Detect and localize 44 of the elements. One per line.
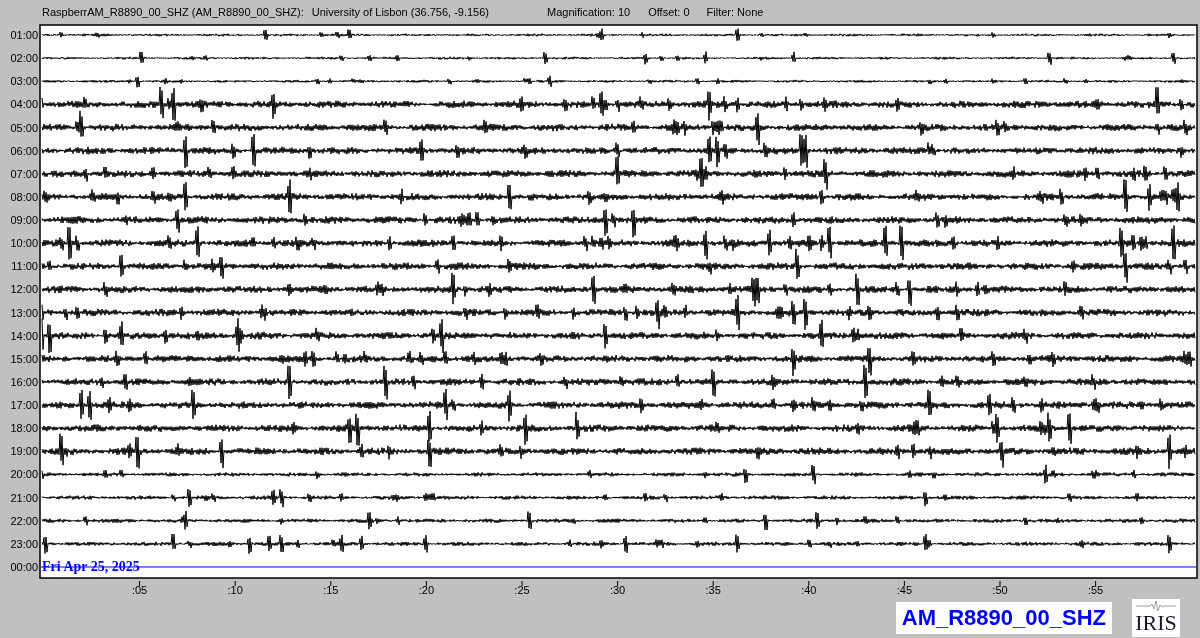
minute-tick-label: :50 bbox=[992, 584, 1008, 596]
seismogram-icon bbox=[1136, 601, 1176, 611]
minute-tick-label: :35 bbox=[705, 584, 721, 596]
minute-tick-label: :10 bbox=[227, 584, 243, 596]
minute-tick-label: :25 bbox=[514, 584, 530, 596]
hour-label: 23:00 bbox=[10, 537, 38, 550]
logo-text: IRIS bbox=[1135, 611, 1177, 635]
date-label: Fri Apr 25, 2025 bbox=[42, 559, 140, 574]
hour-label: 13:00 bbox=[10, 306, 38, 319]
hour-label: 08:00 bbox=[10, 190, 38, 203]
minute-tick-label: :45 bbox=[896, 584, 913, 596]
minute-tick-label: :30 bbox=[609, 584, 626, 596]
minute-tick-label: :55 bbox=[1087, 584, 1104, 596]
hour-label: 07:00 bbox=[10, 167, 38, 180]
hour-label: 06:00 bbox=[10, 144, 38, 157]
hour-label: 09:00 bbox=[10, 214, 38, 227]
station-code-label: AM_R8890_00_SHZ bbox=[895, 602, 1112, 634]
hour-label: 17:00 bbox=[10, 399, 38, 412]
hour-label: 14:00 bbox=[10, 329, 38, 342]
hour-label: 03:00 bbox=[10, 75, 38, 88]
minute-tick-label: :20 bbox=[418, 584, 435, 596]
hour-label: 12:00 bbox=[10, 283, 38, 296]
hour-label: 21:00 bbox=[10, 491, 38, 504]
hour-label: 20:00 bbox=[10, 468, 38, 481]
magnification-label: Magnification: 10 bbox=[547, 6, 631, 18]
offset-label: Offset: 0 bbox=[648, 6, 690, 18]
hour-label: 02:00 bbox=[10, 52, 38, 65]
hour-label: 10:00 bbox=[10, 237, 38, 250]
hour-label: 01:00 bbox=[10, 29, 38, 41]
filter-label: Filter: None bbox=[706, 6, 764, 18]
hour-label: 00:00 bbox=[10, 561, 38, 573]
hour-label: 04:00 bbox=[10, 98, 38, 111]
minute-tick-label: :05 bbox=[131, 584, 148, 596]
hour-label: 18:00 bbox=[10, 422, 38, 435]
hour-label: 19:00 bbox=[10, 445, 38, 458]
station-title: RaspberrAM_R8890_00_SHZ (AM_R8890_00_SHZ): bbox=[42, 6, 304, 18]
minute-tick-label: :40 bbox=[801, 584, 817, 596]
hour-label: 11:00 bbox=[11, 260, 38, 273]
hour-label: 22:00 bbox=[10, 514, 38, 527]
station-location: University of Lisbon (36.756, -9.156) bbox=[311, 6, 489, 18]
hour-label: 16:00 bbox=[10, 375, 38, 388]
hour-label: 05:00 bbox=[10, 121, 38, 134]
minute-tick-label: :15 bbox=[323, 584, 339, 596]
hour-label: 15:00 bbox=[10, 352, 38, 365]
